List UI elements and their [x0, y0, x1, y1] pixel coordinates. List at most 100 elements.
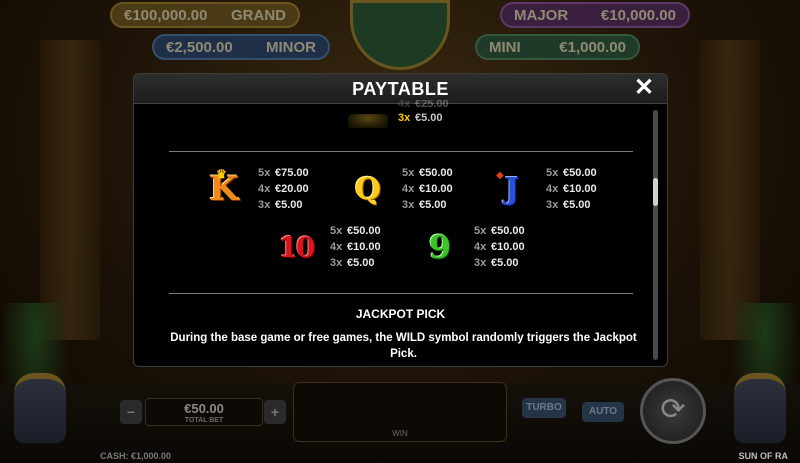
pay-row: 3x €5.00: [402, 197, 453, 213]
paytable-entry-9: 9 5x €50.00 4x €10.00 3x €5.00: [420, 223, 525, 271]
paytable-title: PAYTABLE: [352, 79, 449, 99]
pay-row: 4x €25.00: [398, 100, 449, 110]
pay-multiplier: 4x: [398, 100, 411, 110]
pay-amount: €10.00: [347, 241, 381, 253]
pay-multiplier: 4x: [330, 241, 343, 253]
pay-multiplier: 5x: [330, 225, 343, 237]
scrollbar-track[interactable]: [653, 110, 658, 360]
pay-multiplier: 3x: [546, 199, 559, 211]
major-jackpot-label: MAJOR: [514, 6, 569, 24]
king-symbol-icon: ♛ K: [204, 167, 244, 209]
pay-amount: €75.00: [275, 167, 309, 179]
pay-amount: €50.00: [419, 167, 453, 179]
pay-row: 5x €50.00: [402, 165, 453, 181]
symbol-number: 9: [428, 228, 452, 266]
minor-jackpot-value: €2,500.00: [166, 38, 233, 56]
win-label: WIN: [392, 429, 408, 438]
pay-row: 3x €5.00: [474, 255, 525, 271]
major-jackpot-value: €10,000.00: [600, 6, 676, 24]
partially-visible-symbol: [348, 114, 388, 128]
pay-amount: €5.00: [275, 199, 303, 211]
auto-button[interactable]: AUTO: [582, 402, 624, 422]
pay-row: 3x €5.00: [546, 197, 597, 213]
pay-row: 4x €10.00: [474, 239, 525, 255]
total-bet-label: TOTAL BET: [184, 417, 224, 424]
paytable-entry-k: ♛ K 5x €75.00 4x €20.00 3x €5.00: [204, 165, 309, 213]
pay-multiplier: 5x: [258, 167, 271, 179]
pay-multiplier: 3x: [330, 257, 343, 269]
pay-row: 3x €5.00: [330, 255, 381, 271]
paytable-entry-10: 10 5x €50.00 4x €10.00 3x €5.00: [276, 223, 381, 271]
major-jackpot: MAJOR €10,000.00: [500, 2, 690, 28]
pay-row: 5x €50.00: [474, 223, 525, 239]
pay-amount: €10.00: [491, 241, 525, 253]
symbol-letter: Q: [354, 171, 382, 207]
pay-rows: 5x €50.00 4x €10.00 3x €5.00: [546, 165, 597, 213]
minor-jackpot-label: MINOR: [266, 38, 316, 56]
pay-row: 3x €5.00: [258, 197, 309, 213]
mini-jackpot-value: €1,000.00: [559, 38, 626, 56]
pay-amount: €20.00: [275, 183, 309, 195]
pay-amount: €50.00: [563, 167, 597, 179]
pay-amount: €50.00: [347, 225, 381, 237]
paytable-entry-j: ◆ J 5x €50.00 4x €10.00 3x €5.00: [492, 165, 597, 213]
right-pillar: [700, 40, 760, 340]
pay-amount: €5.00: [415, 112, 443, 124]
left-pillar: [40, 40, 100, 340]
close-button[interactable]: ✕: [631, 75, 657, 101]
pay-row: 4x €10.00: [546, 181, 597, 197]
crown-icon: ♛: [216, 167, 227, 181]
nine-symbol-icon: 9: [420, 227, 460, 267]
mini-jackpot-label: MINI: [489, 38, 521, 56]
minor-jackpot: €2,500.00 MINOR: [152, 34, 330, 60]
pay-row: 4x €20.00: [258, 181, 309, 197]
queen-symbol-icon: Q: [348, 169, 388, 209]
spin-button[interactable]: ⟳: [640, 378, 706, 444]
symbol-number: 10: [278, 230, 316, 264]
cash-balance: CASH: €1,000.00: [100, 451, 172, 461]
paytable-entry-q: Q 5x €50.00 4x €10.00 3x €5.00: [348, 165, 453, 213]
pay-multiplier: 3x: [402, 199, 415, 211]
mini-jackpot: MINI €1,000.00: [475, 34, 640, 60]
symbol-letter: J: [504, 171, 520, 207]
jack-symbol-icon: ◆ J: [492, 169, 532, 209]
pay-multiplier: 5x: [546, 167, 559, 179]
bet-increase-button[interactable]: +: [264, 400, 286, 424]
pay-row: 5x €50.00: [546, 165, 597, 181]
pay-amount: €5.00: [491, 257, 519, 269]
grand-jackpot-label: GRAND: [231, 6, 286, 24]
pay-amount: €5.00: [419, 199, 447, 211]
close-icon: ✕: [633, 74, 655, 101]
left-vase-decoration: [14, 373, 66, 443]
pay-multiplier: 4x: [474, 241, 487, 253]
divider: [169, 293, 633, 294]
right-vase-decoration: [734, 373, 786, 443]
paytable-modal: PAYTABLE ✕ 4x €25.00 3x €5.00 ♛ K 5x €75.…: [133, 73, 668, 367]
pay-amount: €5.00: [563, 199, 591, 211]
pay-row: 4x €10.00: [330, 239, 381, 255]
pay-multiplier: 3x: [474, 257, 487, 269]
total-bet-value: €50.00: [184, 401, 224, 416]
pay-rows: 5x €75.00 4x €20.00 3x €5.00: [258, 165, 309, 213]
pay-multiplier: 4x: [546, 183, 559, 195]
bet-decrease-button[interactable]: −: [120, 400, 142, 424]
win-display: WIN: [293, 382, 507, 442]
pay-amount: €10.00: [563, 183, 597, 195]
pay-multiplier: 4x: [402, 183, 415, 195]
pay-multiplier: 5x: [474, 225, 487, 237]
grand-jackpot-value: €100,000.00: [124, 6, 208, 24]
pay-rows: 5x €50.00 4x €10.00 3x €5.00: [474, 223, 525, 271]
pay-row: 5x €50.00: [330, 223, 381, 239]
grand-jackpot: €100,000.00 GRAND: [110, 2, 300, 28]
divider: [169, 151, 633, 152]
pay-multiplier: 3x: [398, 112, 411, 124]
scrollbar-thumb[interactable]: [653, 178, 658, 206]
pay-row: 5x €75.00: [258, 165, 309, 181]
turbo-button[interactable]: TURBO: [522, 398, 566, 418]
pay-row: 3x €5.00: [398, 110, 449, 126]
spin-icon: ⟳: [660, 393, 686, 426]
pay-multiplier: 3x: [258, 199, 271, 211]
game-brand: SUN OF RA: [738, 451, 789, 461]
partial-pay-rows: 4x €25.00 3x €5.00: [398, 100, 449, 126]
total-bet-display: €50.00 TOTAL BET: [145, 398, 263, 426]
